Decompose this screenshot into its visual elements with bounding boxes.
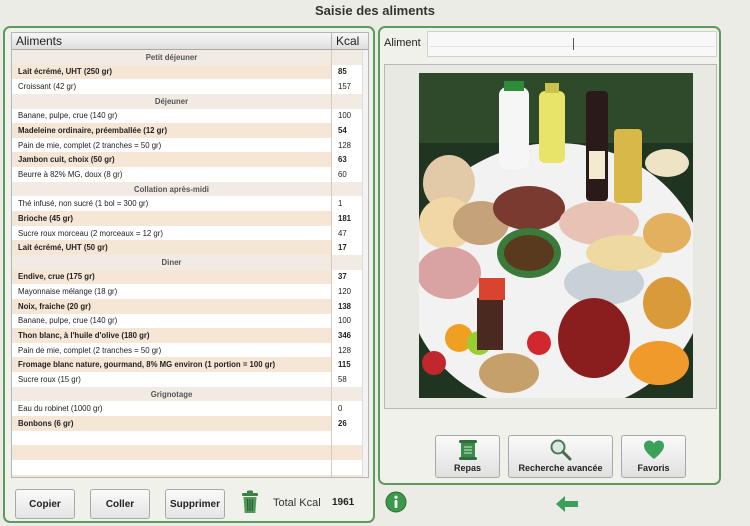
food-name-cell: Endive, crue (175 gr) bbox=[12, 269, 332, 285]
empty-row[interactable] bbox=[12, 445, 368, 460]
advanced-search-button[interactable]: Recherche avancée bbox=[508, 435, 613, 478]
meal-section-header: Petit déjeuner bbox=[12, 50, 368, 65]
empty-name-cell bbox=[12, 430, 332, 446]
food-name-cell: Lait écrémé, UHT (50 gr) bbox=[12, 240, 332, 255]
meal-section-label: Diner bbox=[12, 254, 332, 270]
table-row[interactable]: Thé infusé, non sucré (1 bol = 300 gr) 1 bbox=[12, 196, 368, 212]
food-name-cell: Thé infusé, non sucré (1 bol = 300 gr) bbox=[12, 196, 332, 212]
field-guide-line bbox=[430, 46, 714, 47]
table-row[interactable]: Bonbons (6 gr) 26 bbox=[12, 416, 368, 431]
meal-section-label: Déjeuner bbox=[12, 93, 332, 109]
meal-section-label: Collation après-midi bbox=[12, 181, 332, 197]
table-row[interactable]: Sucre roux morceau (2 morceaux = 12 gr) 4… bbox=[12, 225, 368, 241]
meal-section-header: Collation après-midi bbox=[12, 181, 368, 197]
table-row[interactable]: Eau du robinet (1000 gr) 0 bbox=[12, 401, 368, 417]
table-row[interactable]: Fromage blanc nature, gourmand, 8% MG en… bbox=[12, 357, 368, 373]
advanced-search-button-label: Recherche avancée bbox=[518, 463, 603, 473]
food-photo bbox=[419, 73, 693, 398]
table-row[interactable]: Sucre roux (15 gr) 58 bbox=[12, 372, 368, 387]
food-name-cell: Bonbons (6 gr) bbox=[12, 416, 332, 431]
food-name-cell: Brioche (45 gr) bbox=[12, 211, 332, 226]
table-header: Aliments Kcal bbox=[12, 33, 368, 50]
table-row[interactable]: Thon blanc, à l'huile d'olive (180 gr) 34… bbox=[12, 328, 368, 343]
food-name-cell: Eau du robinet (1000 gr) bbox=[12, 401, 332, 417]
back-arrow-icon[interactable] bbox=[555, 495, 579, 513]
food-detail-panel: Aliment Repas Recherche avancée Favoris bbox=[378, 26, 721, 485]
table-row[interactable]: Croissant (42 gr) 157 bbox=[12, 79, 368, 94]
meal-section-label: Petit déjeuner bbox=[12, 50, 332, 65]
aliment-label: Aliment bbox=[384, 37, 421, 49]
table-row[interactable]: Pain de mie, complet (2 tranches = 50 gr… bbox=[12, 137, 368, 153]
magnifier-icon bbox=[550, 439, 571, 461]
food-name-cell: Banane, pulpe, crue (140 gr) bbox=[12, 108, 332, 124]
meal-section-header: Grignotage bbox=[12, 386, 368, 402]
paste-button[interactable]: Coller bbox=[90, 489, 150, 519]
table-row[interactable]: Mayonnaise mélange (18 gr) 120 bbox=[12, 284, 368, 299]
window-title: Saisie des aliments bbox=[315, 3, 435, 18]
food-name-cell: Lait écrémé, UHT (250 gr) bbox=[12, 64, 332, 80]
empty-name-cell bbox=[12, 445, 332, 460]
food-name-cell: Thon blanc, à l'huile d'olive (180 gr) bbox=[12, 328, 332, 343]
total-kcal-value: 1961 bbox=[332, 497, 355, 508]
food-name-cell: Beurre à 82% MG, doux (8 gr) bbox=[12, 167, 332, 182]
food-name-cell: Jambon cuit, choix (50 gr) bbox=[12, 152, 332, 168]
column-header-kcal[interactable]: Kcal bbox=[332, 33, 368, 49]
favorites-button[interactable]: Favoris bbox=[621, 435, 686, 478]
food-name-cell: Noix, fraiche (20 gr) bbox=[12, 298, 332, 314]
empty-row[interactable] bbox=[12, 430, 368, 446]
trash-icon[interactable] bbox=[241, 490, 259, 514]
food-list-panel: Aliments Kcal Petit déjeuner Lait écrémé,… bbox=[3, 26, 375, 523]
heart-icon bbox=[643, 440, 664, 459]
empty-name-cell bbox=[12, 459, 332, 475]
text-cursor bbox=[573, 38, 574, 50]
table-row[interactable]: Banane, pulpe, crue (140 gr) 100 bbox=[12, 108, 368, 124]
food-name-cell: Mayonnaise mélange (18 gr) bbox=[12, 284, 332, 299]
table-row[interactable]: Jambon cuit, choix (50 gr) 63 bbox=[12, 152, 368, 168]
table-row[interactable]: Madeleine ordinaire, préemballée (12 gr)… bbox=[12, 123, 368, 138]
food-name-cell: Banane, pulpe, crue (140 gr) bbox=[12, 313, 332, 329]
food-name-cell: Fromage blanc nature, gourmand, 8% MG en… bbox=[12, 357, 332, 373]
meals-button-label: Repas bbox=[453, 463, 481, 473]
table-row[interactable]: Banane, pulpe, crue (140 gr) 100 bbox=[12, 313, 368, 329]
table-row[interactable]: Beurre à 82% MG, doux (8 gr) 60 bbox=[12, 167, 368, 182]
table-row[interactable]: Lait écrémé, UHT (50 gr) 17 bbox=[12, 240, 368, 255]
meal-section-header: Déjeuner bbox=[12, 93, 368, 109]
table-row[interactable]: Brioche (45 gr) 181 bbox=[12, 211, 368, 226]
food-image-frame bbox=[384, 64, 717, 409]
copy-button[interactable]: Copier bbox=[15, 489, 75, 519]
table-scrollbar[interactable] bbox=[362, 50, 368, 477]
food-name-cell: Sucre roux (15 gr) bbox=[12, 372, 332, 387]
table-row[interactable]: Pain de mie, complet (2 tranches = 50 gr… bbox=[12, 342, 368, 358]
meal-section-header: Diner bbox=[12, 254, 368, 270]
scroll-icon bbox=[458, 440, 477, 460]
favorites-button-label: Favoris bbox=[637, 463, 670, 473]
food-table[interactable]: Aliments Kcal Petit déjeuner Lait écrémé,… bbox=[11, 32, 369, 478]
table-row[interactable]: Lait écrémé, UHT (250 gr) 85 bbox=[12, 64, 368, 80]
table-body: Petit déjeuner Lait écrémé, UHT (250 gr) 8… bbox=[12, 50, 368, 477]
food-name-cell: Pain de mie, complet (2 tranches = 50 gr… bbox=[12, 342, 332, 358]
delete-button[interactable]: Supprimer bbox=[165, 489, 225, 519]
food-name-cell: Madeleine ordinaire, préemballée (12 gr) bbox=[12, 123, 332, 138]
table-row[interactable]: Noix, fraiche (20 gr) 138 bbox=[12, 298, 368, 314]
table-row[interactable]: Endive, crue (175 gr) 37 bbox=[12, 269, 368, 285]
food-name-cell: Croissant (42 gr) bbox=[12, 79, 332, 94]
info-icon[interactable] bbox=[385, 491, 407, 513]
column-header-aliments[interactable]: Aliments bbox=[12, 33, 332, 49]
meals-button[interactable]: Repas bbox=[435, 435, 500, 478]
empty-row[interactable] bbox=[12, 474, 368, 477]
aliment-search-input[interactable] bbox=[427, 31, 717, 57]
empty-name-cell bbox=[12, 474, 332, 477]
empty-row[interactable] bbox=[12, 459, 368, 475]
food-name-cell: Sucre roux morceau (2 morceaux = 12 gr) bbox=[12, 225, 332, 241]
total-kcal-label: Total Kcal bbox=[273, 497, 321, 509]
food-name-cell: Pain de mie, complet (2 tranches = 50 gr… bbox=[12, 137, 332, 153]
meal-section-label: Grignotage bbox=[12, 386, 332, 402]
